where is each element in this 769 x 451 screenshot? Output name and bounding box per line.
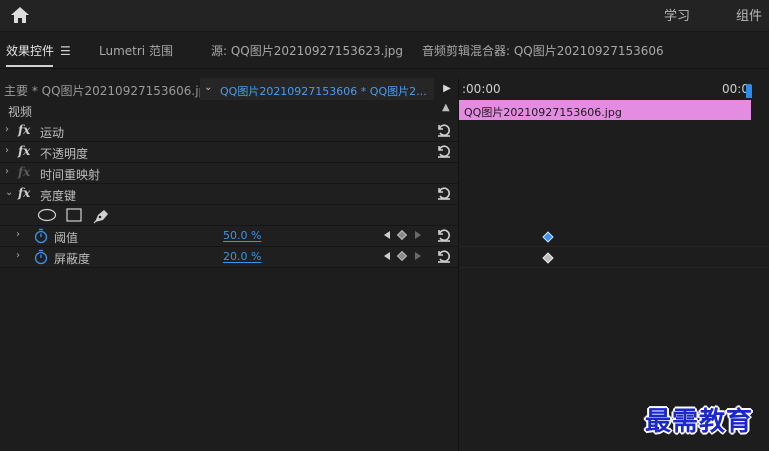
add-keyframe-icon[interactable] <box>397 230 407 240</box>
reset-icon[interactable] <box>436 227 452 243</box>
effect-row-time-remap[interactable]: › fx 时间重映射 <box>0 163 458 184</box>
home-icon[interactable] <box>8 4 32 26</box>
next-keyframe-icon[interactable] <box>414 230 422 240</box>
timeline-clip-name: QQ图片20210927153606.jpg <box>464 106 622 119</box>
tab-lumetri-scopes[interactable]: Lumetri 范围 <box>99 42 173 59</box>
fx-toggle-icon[interactable]: fx <box>18 186 30 200</box>
chevron-right-icon[interactable]: › <box>16 250 20 261</box>
playhead-marker[interactable] <box>746 84 752 98</box>
chevron-right-icon[interactable]: › <box>5 145 9 156</box>
effect-label-luma-key: 亮度键 <box>40 189 77 203</box>
tab-effect-controls-label: 效果控件 <box>6 44 55 58</box>
chevron-right-icon[interactable]: › <box>16 229 20 240</box>
top-bar: 学习 组件 <box>0 0 769 32</box>
panel-tab-row: 效果控件 ☰ Lumetri 范围 源: QQ图片20210927153623.j… <box>0 33 769 69</box>
chevron-down-icon: ⌄ <box>204 82 213 93</box>
param-row-softness[interactable]: › 屏蔽度 20.0 % <box>0 247 458 268</box>
effect-row-opacity[interactable]: › fx 不透明度 <box>0 142 458 163</box>
chevron-right-icon[interactable]: › <box>5 166 9 177</box>
sequence-clip-label: QQ图片20210927153606 * QQ图片2... <box>220 85 427 98</box>
workspace-learn[interactable]: 学习 <box>664 5 690 24</box>
timeline-row-softness <box>459 247 769 268</box>
video-section-header: 视频 ▲ <box>0 100 458 120</box>
tab-source-monitor[interactable]: 源: QQ图片20210927153623.jpg <box>211 42 403 59</box>
tab-effect-controls[interactable]: 效果控件 ☰ <box>6 42 71 67</box>
watermark-logo: 最需教育 <box>645 407 754 437</box>
chevron-down-icon[interactable]: ⌄ <box>5 187 13 198</box>
fx-toggle-icon[interactable]: fx <box>18 144 30 158</box>
rectangle-mask-icon[interactable] <box>66 208 82 222</box>
master-clip-label[interactable]: 主要 * QQ图片20210927153606.jpg <box>4 82 214 99</box>
timeline-row-threshold <box>459 226 769 247</box>
stopwatch-icon[interactable] <box>34 228 48 244</box>
workspace-components[interactable]: 组件 <box>736 5 762 24</box>
add-keyframe-icon[interactable] <box>397 251 407 261</box>
reset-icon[interactable] <box>436 143 452 159</box>
fx-toggle-icon: fx <box>18 165 31 179</box>
param-value-threshold[interactable]: 50.0 % <box>223 229 261 242</box>
mask-tools-row <box>0 205 458 226</box>
clip-selector-row: 主要 * QQ图片20210927153606.jpg ⌄ QQ图片202109… <box>0 78 458 100</box>
tab-audio-clip-mixer[interactable]: 音频剪辑混合器: QQ图片20210927153606 <box>422 42 664 59</box>
effect-label-time-remap: 时间重映射 <box>40 168 101 182</box>
collapse-up-icon[interactable]: ▲ <box>442 102 450 113</box>
param-label-softness: 屏蔽度 <box>54 252 91 266</box>
effect-label-motion: 运动 <box>40 126 65 140</box>
pen-mask-icon[interactable] <box>92 208 110 224</box>
reset-icon[interactable] <box>436 248 452 264</box>
reset-icon[interactable] <box>436 185 452 201</box>
previous-keyframe-icon[interactable] <box>383 230 391 240</box>
effect-label-opacity: 不透明度 <box>40 147 89 161</box>
fx-toggle-icon[interactable]: fx <box>18 123 30 137</box>
previous-keyframe-icon[interactable] <box>383 251 391 261</box>
timeline-timecode-start: :00:00 <box>462 82 501 96</box>
timeline-clip-bar[interactable]: QQ图片20210927153606.jpg <box>459 100 751 120</box>
param-row-threshold[interactable]: › 阈值 50.0 % <box>0 226 458 247</box>
reset-icon[interactable] <box>436 122 452 138</box>
sequence-clip-dropdown[interactable]: ⌄ QQ图片20210927153606 * QQ图片2... <box>200 78 434 100</box>
play-only-clip-audio-icon[interactable]: ▶ <box>436 78 458 100</box>
timeline-timecode-end: 00:0 <box>722 82 749 96</box>
effect-row-motion[interactable]: › fx 运动 <box>0 121 458 142</box>
ellipse-mask-icon[interactable] <box>37 208 57 222</box>
effect-row-luma-key[interactable]: ⌄ fx 亮度键 <box>0 184 458 205</box>
param-value-softness[interactable]: 20.0 % <box>223 250 261 263</box>
panel-menu-icon[interactable]: ☰ <box>60 44 71 58</box>
chevron-right-icon[interactable]: › <box>5 124 9 135</box>
param-label-threshold: 阈值 <box>54 231 79 245</box>
video-section-label: 视频 <box>8 105 33 119</box>
next-keyframe-icon[interactable] <box>414 251 422 261</box>
stopwatch-icon[interactable] <box>34 249 48 265</box>
